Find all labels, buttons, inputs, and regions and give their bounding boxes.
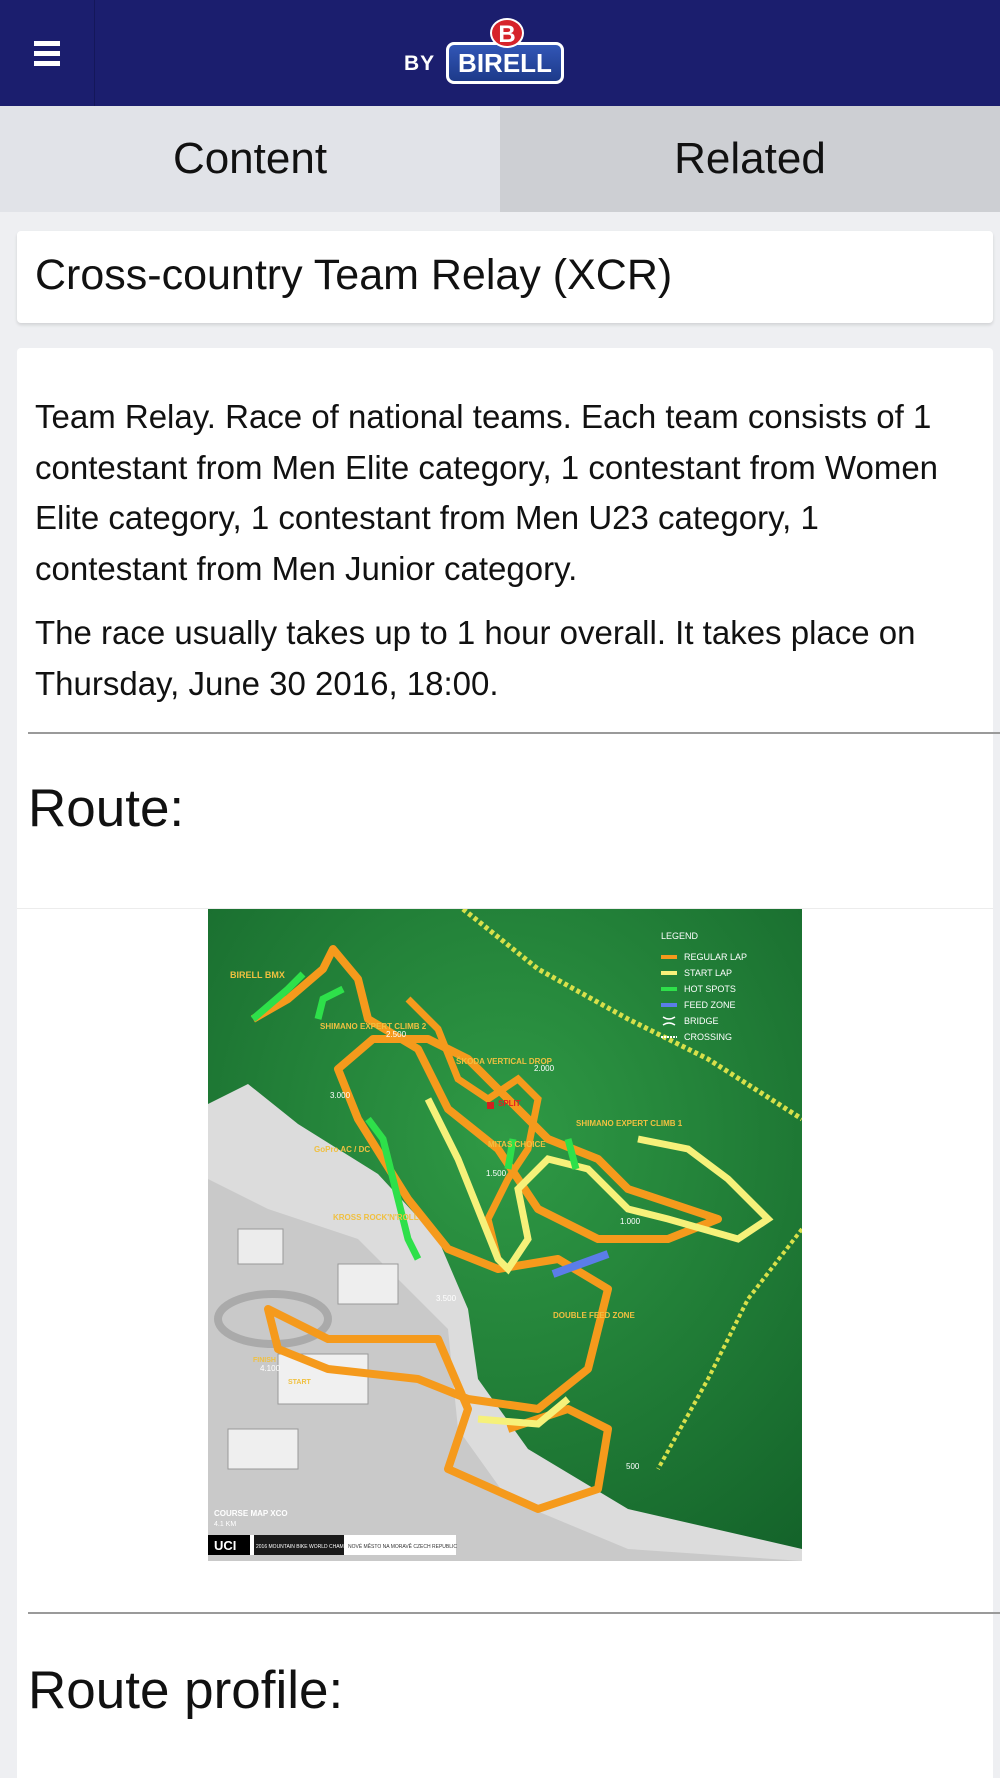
map-building xyxy=(337,1263,399,1305)
logo-by-text: BY xyxy=(404,52,436,75)
distance-marker: 3.500 xyxy=(436,1294,457,1303)
label-birell-bmx: BIRELL BMX xyxy=(230,970,285,980)
title-card: Cross-country Team Relay (XCR) xyxy=(17,231,993,323)
legend-bridge: BRIDGE xyxy=(684,1016,719,1026)
route-heading: Route: xyxy=(28,779,185,838)
logo-badge: BIRELL xyxy=(446,42,564,84)
distance-marker: 3.000 xyxy=(330,1091,351,1100)
label-double-feed-zone: DOUBLE FEED ZONE xyxy=(553,1311,635,1320)
distance-marker: 1.000 xyxy=(620,1217,641,1226)
page-title: Cross-country Team Relay (XCR) xyxy=(35,251,673,299)
distance-marker: 4.100 xyxy=(260,1364,281,1373)
label-mitas-choice: MITAS CHOICE xyxy=(488,1140,546,1149)
tab-content[interactable]: Content xyxy=(0,106,500,212)
legend-regular-lap: REGULAR LAP xyxy=(684,952,747,962)
course-map-image[interactable]: LEGEND REGULAR LAP START LAP HOT SPOTS F… xyxy=(208,909,802,1561)
course-map-title: COURSE MAP XCO xyxy=(214,1509,288,1518)
legend-crossing: CROSSING xyxy=(684,1032,732,1042)
legend-hot-spots: HOT SPOTS xyxy=(684,984,736,994)
legend-feed-zone: FEED ZONE xyxy=(684,1000,736,1010)
map-building xyxy=(227,1428,299,1470)
divider xyxy=(28,1612,1000,1614)
event-venue: NOVÉ MĚSTO NA MORAVĚ CZECH REPUBLIC xyxy=(348,1542,457,1550)
legend-title: LEGEND xyxy=(661,931,699,941)
tab-bar: Content Related xyxy=(0,106,1000,212)
content-card: Team Relay. Race of national teams. Each… xyxy=(17,348,1000,1778)
map-building xyxy=(237,1228,284,1265)
course-length: 4.1 KM xyxy=(214,1521,236,1528)
label-shimano-climb-1: SHIMANO EXPERT CLIMB 1 xyxy=(576,1119,683,1128)
label-finish: FINISH xyxy=(253,1357,276,1364)
distance-marker: 500 xyxy=(626,1462,640,1471)
legend-start-lap: START LAP xyxy=(684,968,732,978)
label-shimano-climb-2: SHIMANO EXPERT CLIMB 2 xyxy=(320,1022,427,1031)
birell-logo: BY BIRELL B xyxy=(404,18,574,88)
split-marker xyxy=(487,1102,494,1109)
route-profile-heading: Route profile: xyxy=(28,1661,344,1720)
distance-marker: 2.500 xyxy=(386,1030,407,1039)
uci-logo-text: UCI xyxy=(214,1538,236,1553)
divider xyxy=(28,732,1000,734)
label-gopro: GoPro AC / DC xyxy=(314,1145,370,1154)
label-kross: KROSS ROCK'N'ROLL xyxy=(333,1213,419,1222)
menu-button[interactable] xyxy=(0,0,95,106)
hamburger-menu-icon xyxy=(34,36,60,71)
tab-related[interactable]: Related xyxy=(500,106,1000,212)
distance-marker: 2.000 xyxy=(534,1064,555,1073)
description-paragraph: Team Relay. Race of national teams. Each… xyxy=(35,398,939,587)
label-split: SPLIT xyxy=(498,1099,521,1108)
schedule-paragraph: The race usually takes up to 1 hour over… xyxy=(35,614,916,702)
app-header: BY BIRELL B xyxy=(0,0,1000,106)
distance-marker: 1.500 xyxy=(486,1169,507,1178)
logo-mark: B xyxy=(490,18,524,48)
label-start: START xyxy=(288,1379,312,1386)
